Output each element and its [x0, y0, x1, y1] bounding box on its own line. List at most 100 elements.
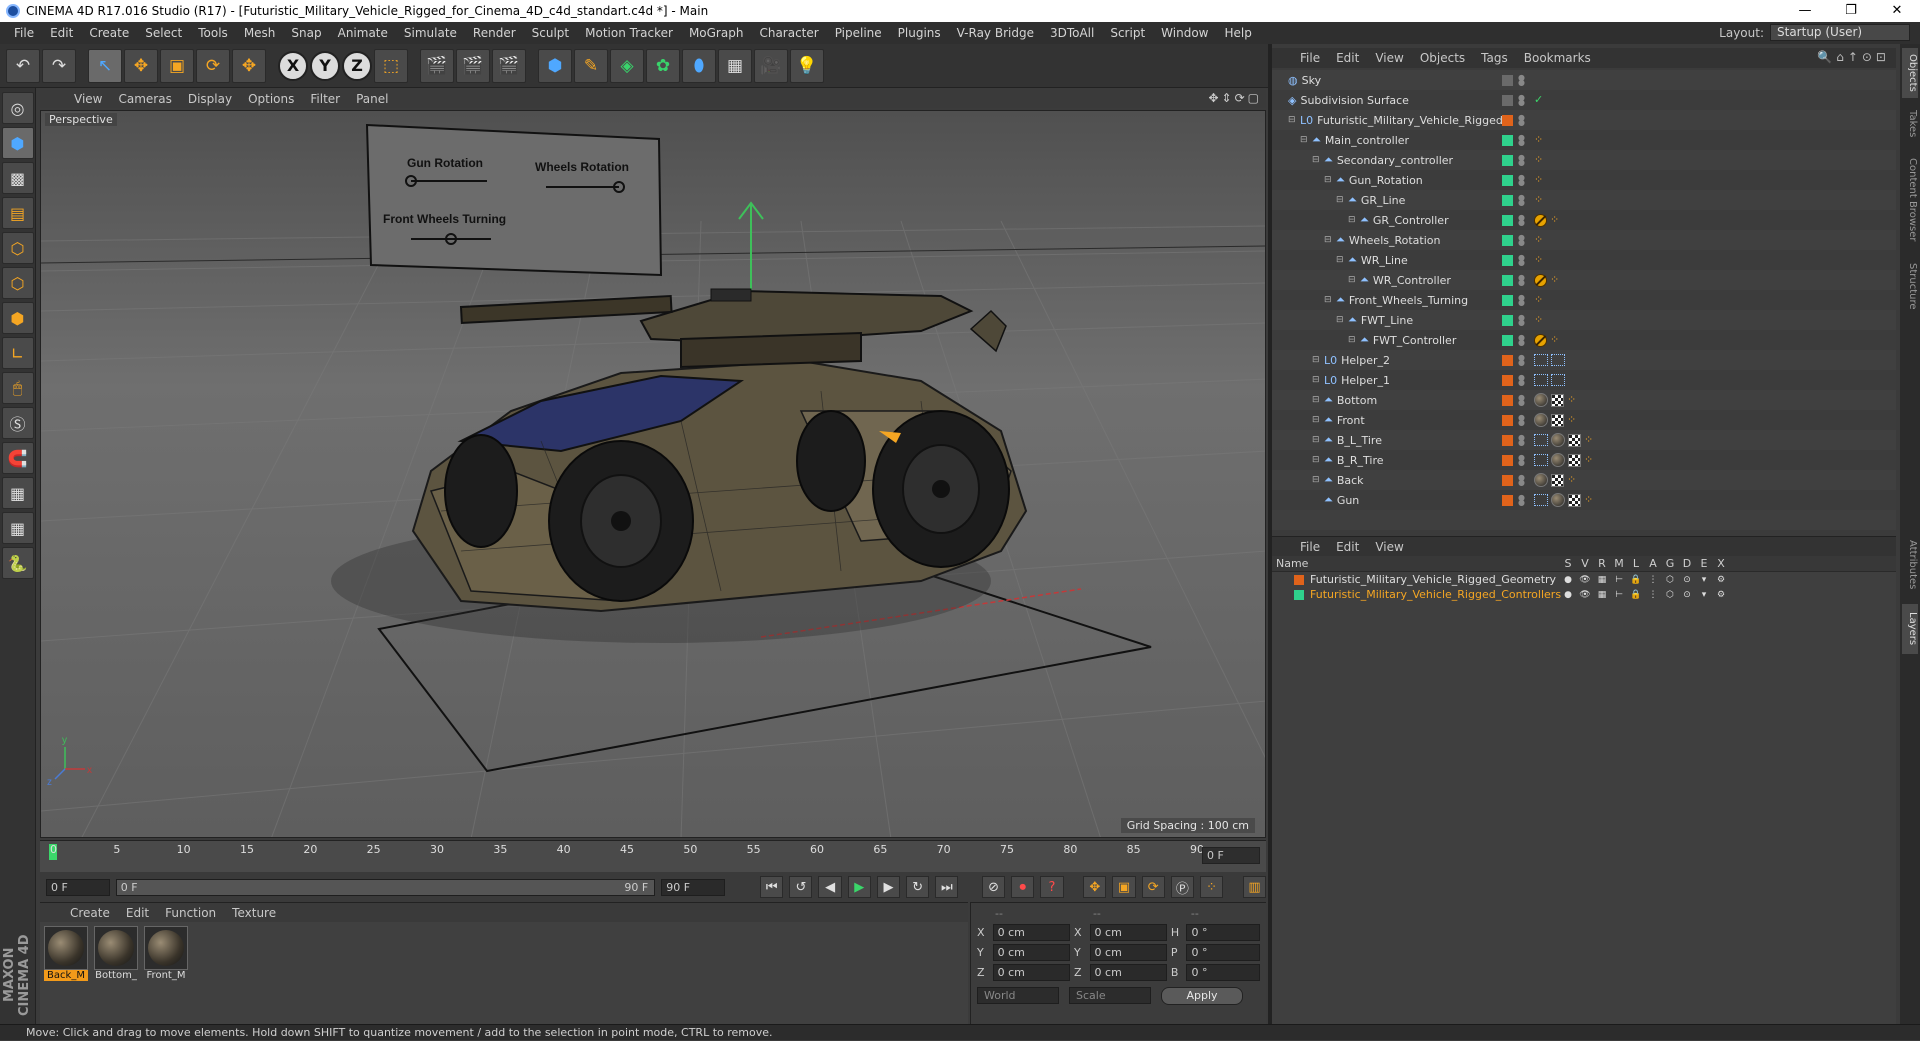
layer-color-swatch[interactable] [1502, 194, 1513, 206]
layer-flag-toggle[interactable]: ⚙ [1715, 575, 1727, 585]
layer-flag-toggle[interactable]: ▾ [1698, 575, 1710, 585]
protection-tag-icon[interactable] [1534, 213, 1547, 227]
tweak-mode-button[interactable]: 🖱 [1, 372, 34, 404]
menu-tools[interactable]: Tools [190, 26, 236, 40]
expand-toggle-icon[interactable]: ⊟ [1300, 135, 1308, 145]
visibility-dots[interactable]: ● ● [1518, 314, 1525, 327]
pose-tag-icon[interactable]: ⁘ [1534, 134, 1546, 146]
material-tag-icon[interactable] [1534, 393, 1548, 407]
x-axis-button[interactable]: X [278, 50, 308, 81]
viewport-menu-display[interactable]: Display [180, 92, 240, 106]
visibility-dots[interactable]: ● ● [1518, 74, 1525, 87]
go-to-end-button[interactable]: ⏭ [935, 876, 959, 898]
undo-button[interactable]: ↶ [6, 48, 40, 83]
object-row[interactable]: ⊟ ⏶ GR_Controller ● ● ⁘ [1272, 210, 1896, 230]
maximize-button[interactable]: ❐ [1828, 0, 1874, 22]
object-menu-edit[interactable]: Edit [1328, 51, 1367, 65]
layer-color-swatch[interactable] [1502, 374, 1513, 386]
selection-tag-icon[interactable] [1551, 354, 1565, 366]
close-button[interactable]: ✕ [1874, 0, 1920, 22]
selection-tag-icon[interactable] [1534, 494, 1548, 506]
layer-color-swatch[interactable] [1502, 354, 1513, 366]
object-row[interactable]: ⊟ ⏶ WR_Controller ● ● ⁘ [1272, 270, 1896, 290]
layer-column-header[interactable]: S [1562, 557, 1574, 570]
layer-flag-toggle[interactable]: 🔒 [1630, 575, 1642, 585]
frame-range-slider[interactable]: 0 F 90 F [115, 878, 656, 896]
layer-color-swatch[interactable] [1502, 174, 1513, 186]
pose-tag-icon[interactable]: ⁘ [1550, 214, 1562, 226]
pose-tag-icon[interactable]: ⁘ [1534, 174, 1546, 186]
menu-sculpt[interactable]: Sculpt [524, 26, 577, 40]
coordinate-space-dropdown[interactable]: World [977, 987, 1059, 1004]
layer-color-swatch[interactable] [1502, 94, 1513, 106]
visibility-dots[interactable]: ● ● [1518, 214, 1525, 227]
menu-motion-tracker[interactable]: Motion Tracker [577, 26, 681, 40]
expand-toggle-icon[interactable]: ⊟ [1312, 455, 1320, 465]
menu-character[interactable]: Character [751, 26, 826, 40]
viewport-menu-cameras[interactable]: Cameras [110, 92, 179, 106]
material-back[interactable]: Back_M [44, 926, 88, 1020]
minimize-button[interactable]: — [1782, 0, 1828, 22]
position-y-field[interactable]: 0 cm [992, 944, 1070, 961]
visibility-dots[interactable]: ● ● [1518, 374, 1525, 387]
pose-tag-icon[interactable]: ⁘ [1584, 454, 1596, 466]
key-parameter-button[interactable]: Ⓟ [1170, 876, 1194, 898]
end-frame-field[interactable]: 90 F [661, 878, 725, 896]
material-tag-icon[interactable] [1551, 453, 1565, 467]
tab-attributes[interactable]: Attributes [1902, 530, 1918, 600]
size-x-field[interactable]: 0 cm [1089, 924, 1167, 941]
menu-edit[interactable]: Edit [42, 26, 81, 40]
menu-animate[interactable]: Animate [330, 26, 396, 40]
visibility-dots[interactable]: ● ● [1518, 354, 1525, 367]
expand-toggle-icon[interactable]: ⊟ [1312, 475, 1320, 485]
enable-snap-button[interactable]: 🧲 [1, 442, 34, 474]
perspective-viewport[interactable]: Gun Rotation Wheels Rotation Front Wheel… [40, 110, 1266, 838]
expand-toggle-icon[interactable]: ⊟ [1348, 215, 1356, 225]
material-menu-edit[interactable]: Edit [118, 906, 157, 920]
expand-toggle-icon[interactable]: ⊟ [1312, 395, 1320, 405]
layer-row[interactable]: Futuristic_Military_Vehicle_Rigged_Contr… [1272, 587, 1896, 602]
keyframe-selection-button[interactable]: ? [1040, 876, 1064, 898]
apply-button[interactable]: Apply [1161, 987, 1243, 1005]
viewport-nav-icons[interactable]: ✥⇕⟳▢ [1208, 91, 1262, 105]
layer-column-header[interactable]: D [1681, 557, 1693, 570]
polygons-mode-button[interactable]: ⬢ [1, 302, 34, 334]
layer-color-swatch[interactable] [1502, 134, 1513, 146]
selection-tag-icon[interactable] [1534, 374, 1548, 386]
layer-flag-toggle[interactable]: ⚙ [1715, 590, 1727, 600]
layout-select[interactable]: Startup (User) [1770, 24, 1910, 41]
expand-toggle-icon[interactable]: ⊟ [1348, 335, 1356, 345]
viewport-menu-filter[interactable]: Filter [302, 92, 348, 106]
visibility-dots[interactable]: ● ● [1518, 154, 1525, 167]
add-camera-button[interactable]: 🎥 [754, 48, 788, 83]
material-tag-icon[interactable] [1534, 473, 1548, 487]
layer-column-header[interactable]: X [1715, 557, 1727, 570]
rotation-b-field[interactable]: 0 ° [1186, 964, 1260, 981]
pose-tag-icon[interactable]: ⁘ [1550, 334, 1562, 346]
visibility-dots[interactable]: ● ● [1518, 274, 1525, 287]
layer-flag-toggle[interactable]: ▦ [1596, 575, 1608, 585]
layer-color-swatch[interactable] [1502, 114, 1513, 126]
military-vehicle-model[interactable] [331, 288, 1028, 643]
uvw-tag-icon[interactable] [1551, 393, 1564, 407]
uvw-tag-icon[interactable] [1568, 493, 1581, 507]
object-row[interactable]: ⊟ ⏶ FWT_Line ● ● ⁘ [1272, 310, 1896, 330]
layer-menu-file[interactable]: File [1292, 540, 1328, 554]
layer-menu-edit[interactable]: Edit [1328, 540, 1367, 554]
layer-flag-toggle[interactable]: ▾ [1698, 590, 1710, 600]
layer-flag-toggle[interactable]: ⊢ [1613, 590, 1625, 600]
workplane-rotate-button[interactable]: ▦ [1, 512, 34, 544]
visibility-dots[interactable]: ● ● [1518, 134, 1525, 147]
rotation-h-field[interactable]: 0 ° [1186, 924, 1260, 941]
selection-tag-icon[interactable] [1534, 434, 1548, 446]
object-row[interactable]: ⊟ ⏶ Gun_Rotation ● ● ⁘ [1272, 170, 1896, 190]
layer-flag-toggle[interactable]: ⬡ [1664, 590, 1676, 600]
enabled-check-icon[interactable]: ✓ [1534, 94, 1546, 106]
object-row[interactable]: ⊟ L0 Helper_1 ● ● [1272, 370, 1896, 390]
object-row[interactable]: ⊟ ⏶ Wheels_Rotation ● ● ⁘ [1272, 230, 1896, 250]
last-tool-button[interactable]: ✥ [232, 48, 266, 83]
visibility-dots[interactable]: ● ● [1518, 434, 1525, 447]
pose-tag-icon[interactable]: ⁘ [1534, 254, 1546, 266]
layer-flag-toggle[interactable]: 🔒 [1630, 590, 1642, 600]
pose-tag-icon[interactable]: ⁘ [1567, 394, 1579, 406]
